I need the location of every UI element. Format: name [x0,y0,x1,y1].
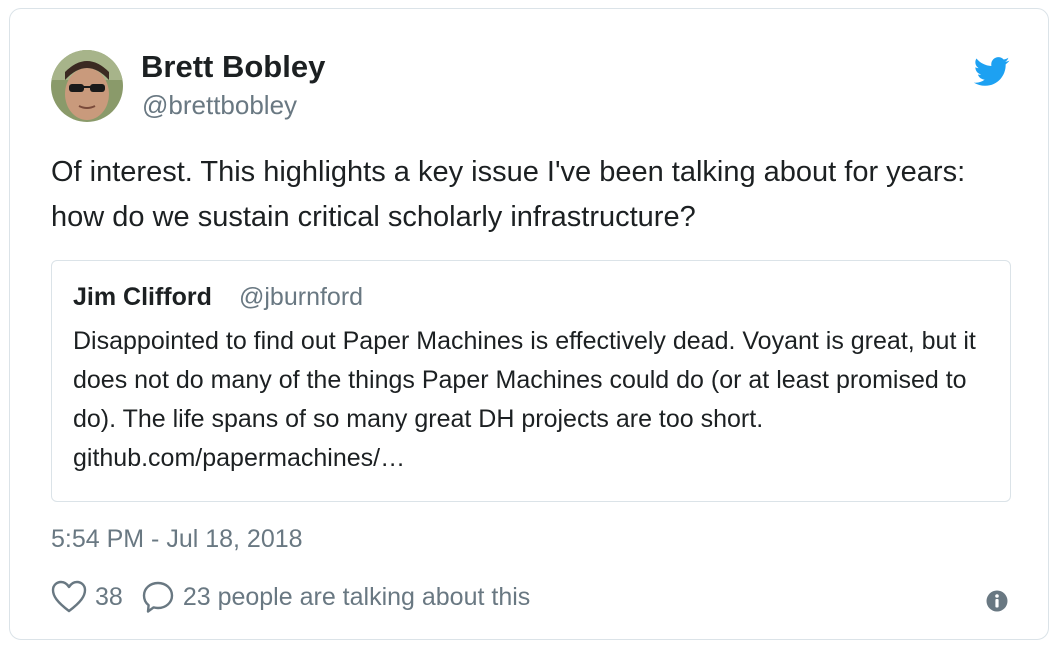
quoted-tweet-text: Disappointed to find out Paper Machines … [73,327,976,472]
like-count[interactable]: 38 [95,583,123,612]
tweet-card: Brett Bobley @brettbobley Of interest. T… [9,8,1049,640]
author-name[interactable]: Brett Bobley [141,49,325,85]
tweet-timestamp[interactable]: 5:54 PM - Jul 18, 2018 [51,525,303,554]
author-handle[interactable]: @brettbobley [142,90,297,121]
twitter-bird-icon[interactable] [974,57,1010,87]
avatar[interactable] [51,50,123,122]
speech-bubble-icon[interactable] [141,580,175,614]
talking-about-this[interactable]: 23 people are talking about this [183,583,530,612]
action-bar: 38 23 people are talking about this [51,579,530,615]
quoted-author-name: Jim Clifford [73,283,212,311]
quoted-tweet[interactable]: Jim Clifford @jburnford Disappointed to … [51,260,1011,502]
heart-icon[interactable] [51,580,87,614]
quoted-author-handle: @jburnford [239,283,364,311]
info-icon[interactable] [986,590,1008,612]
tweet-text: Of interest. This highlights a key issue… [51,156,966,233]
